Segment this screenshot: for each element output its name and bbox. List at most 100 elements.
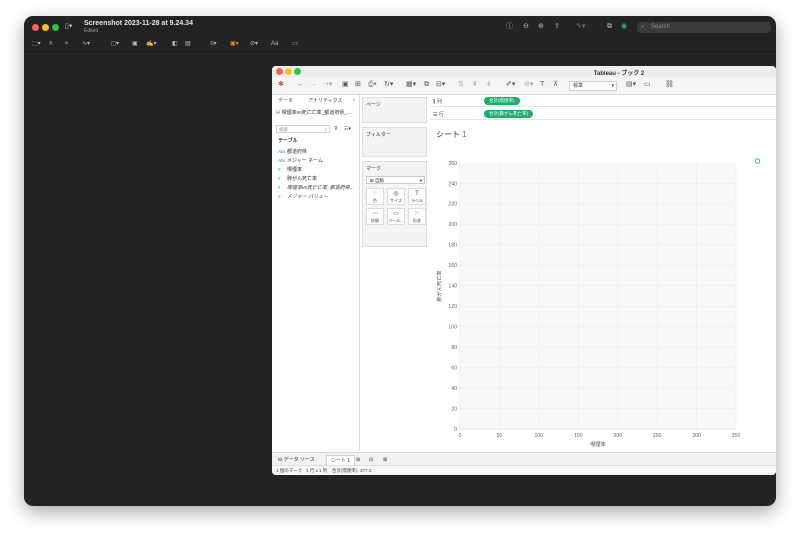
markup-pen-icon[interactable]: ✎▾ — [576, 23, 585, 31]
field-item[interactable]: Abc都道府県 — [278, 148, 307, 155]
measure-icon: # — [278, 167, 281, 172]
tableau-titlebar: Tableau - ブック 2 — [272, 66, 776, 77]
pause-updates-icon[interactable]: ⎙▾ — [368, 81, 377, 89]
clear-sheet-icon[interactable]: ⊟▾ — [436, 81, 445, 89]
forward-icon[interactable]: → — [310, 81, 317, 89]
rect-select-icon[interactable]: ⬚▾ — [32, 41, 41, 48]
columns-label: ⫼ 列 — [433, 98, 442, 105]
mark-button[interactable]: ⋯ 詳細 — [366, 208, 384, 225]
fill-color-icon[interactable]: ⊘▾ — [250, 41, 258, 48]
y-tick-label: 60 — [451, 365, 457, 371]
filters-card[interactable]: フィルター — [362, 127, 427, 157]
mark-button-label: 形状 — [413, 218, 421, 223]
sketch-icon[interactable]: ∿▾ — [82, 41, 90, 48]
zoom-in-icon[interactable]: ⊕ — [538, 23, 544, 31]
field-item[interactable]: Abcメジャー ネーム — [278, 157, 323, 164]
columns-pill[interactable]: 合計(喫煙率) — [484, 97, 520, 105]
lasso-icon[interactable]: ⌾ — [49, 41, 53, 48]
collapse-pane-icon[interactable]: ‹ — [353, 97, 355, 103]
mark-button-icon: ⁘ — [372, 191, 378, 197]
new-worksheet-icon[interactable]: ▦▾ — [406, 81, 416, 89]
mark-button[interactable]: ◎ サイズ — [387, 188, 405, 205]
chevron-down-icon: ▾ — [419, 178, 422, 183]
labels-icon[interactable]: T — [540, 81, 544, 89]
zoom-window-button[interactable] — [52, 24, 59, 31]
card-toggle-icon[interactable]: ▤▾ — [626, 81, 636, 89]
y-tick-label: 100 — [448, 324, 457, 330]
mark-button[interactable]: ⁘ 色 — [366, 188, 384, 205]
new-dashboard-icon[interactable]: ⊟ — [365, 455, 377, 465]
window-icon[interactable]: ⧉ — [607, 23, 612, 31]
field-search-input[interactable]: 検索 ⌕ — [276, 125, 330, 133]
filter-fields-icon[interactable]: ⊽ — [334, 126, 338, 132]
y-tick-label: 140 — [448, 284, 457, 290]
status-rows: 1 行 x 1 列 — [306, 468, 328, 473]
share-workbook-icon[interactable]: ⛓ — [665, 81, 674, 89]
fix-axes-icon[interactable]: ⊼ — [553, 81, 558, 89]
rows-pill[interactable]: 合計(肺がん死亡率) — [484, 110, 533, 118]
info-icon[interactable]: ⓘ — [506, 23, 513, 31]
font-button[interactable]: Aa — [271, 41, 278, 48]
y-tick-label: 180 — [448, 243, 457, 249]
adjust-color-icon[interactable]: ◧ — [172, 41, 178, 48]
mark-button[interactable]: T ラベル — [408, 188, 426, 205]
back-icon[interactable]: ← — [297, 81, 304, 89]
mark-button[interactable]: ▭ ツール... — [387, 208, 405, 225]
new-datasource-icon[interactable]: ⊞ — [355, 81, 361, 89]
field-item[interactable]: # 喫煙率vs死亡亡率_都道府県... — [278, 184, 354, 191]
zoom-out-icon[interactable]: ⊖ — [523, 23, 529, 31]
mark-button[interactable]: ⁙ 形状 — [408, 208, 426, 225]
highlight-icon[interactable]: ✐▾ — [506, 81, 515, 89]
sign-icon[interactable]: ✍▾ — [146, 41, 156, 48]
markup-icon[interactable]: ◉ — [621, 23, 627, 31]
scatter-chart[interactable]: 0 20 40 60 80 100 120 140 160 180 200 220 240 260 0 50 1… — [430, 123, 776, 451]
sort-asc-icon[interactable]: ⇞ — [472, 81, 478, 89]
search-icon: ⌕ — [641, 24, 645, 30]
fit-select-value: 標準 — [573, 83, 584, 89]
field-item[interactable]: # 肺がん死亡率 — [278, 175, 317, 182]
text-box-icon[interactable]: ▣ — [132, 41, 138, 48]
share-icon[interactable]: ⇪ — [554, 23, 560, 31]
fit-select[interactable]: 標準 ▾ — [569, 81, 617, 91]
sidebar-toggle-icon[interactable]: ▯▾ — [65, 23, 72, 31]
minimize-window-button[interactable] — [42, 24, 49, 31]
close-window-button[interactable] — [32, 24, 39, 31]
search-placeholder: Search — [651, 24, 671, 30]
data-source-item[interactable]: ⛁ 喫煙率vs死亡亡率_都道府県_... — [276, 109, 351, 116]
preview-titlebar: ▯▾ Screenshot 2023-11-28 at 9.24.34 Edit… — [24, 16, 776, 38]
tab-data[interactable]: データ — [278, 97, 293, 104]
image-size-icon[interactable]: ▤ — [185, 41, 191, 48]
field-item[interactable]: # 喫煙率 — [278, 166, 302, 173]
tab-sheet-1[interactable]: シート 1 — [326, 455, 356, 465]
pages-card[interactable]: ページ — [362, 97, 427, 123]
sheet-title-text: シート — [436, 130, 460, 139]
search-field[interactable]: ⌕ Search — [637, 22, 771, 33]
chevron-down-icon: ▾ — [611, 83, 614, 89]
rows-shelf[interactable]: ☰ 行 合計(肺がん死亡率) — [430, 108, 776, 120]
data-point[interactable] — [754, 158, 761, 164]
swap-icon[interactable]: ⇅ — [458, 81, 464, 89]
duplicate-icon[interactable]: ⧉ — [424, 81, 429, 89]
tab-analytics[interactable]: アナリティクス — [308, 97, 342, 104]
redo-dropdown-icon[interactable]: ⇢▾ — [323, 81, 332, 89]
new-sheet-icon[interactable]: ⊞ — [352, 455, 364, 465]
annotate-icon[interactable]: ▭ — [292, 41, 298, 48]
tableau-toolbar: ✱ ← → ⇢▾ ▣ ⊞ ⎙▾ ↻▾ ▦▾ ⧉ ⊟▾ ⇅ ⇞ ⇟ ✐▾ ⊘▾ T… — [272, 77, 776, 95]
sort-desc-icon[interactable]: ⇟ — [486, 81, 492, 89]
instant-alpha-icon[interactable]: ✧ — [64, 41, 69, 48]
mark-button-label: サイズ — [390, 198, 402, 203]
border-color-icon[interactable]: ▣▾ — [230, 41, 239, 48]
tableau-logo-icon[interactable]: ✱ — [278, 81, 284, 89]
refresh-icon[interactable]: ↻▾ — [384, 81, 393, 89]
group-icon[interactable]: ⊘▾ — [524, 81, 533, 89]
save-icon[interactable]: ▣ — [342, 81, 349, 89]
tab-data-source[interactable]: ⛁ データ ソース — [274, 455, 319, 465]
field-item[interactable]: # メジャー バリュー — [278, 193, 328, 200]
shapes-icon[interactable]: ◻▾ — [111, 41, 119, 48]
columns-shelf[interactable]: ⫼ 列 合計(喫煙率) — [430, 95, 776, 107]
presentation-icon[interactable]: ▭ — [644, 81, 651, 89]
view-options-icon[interactable]: ☷▾ — [344, 126, 351, 132]
line-style-icon[interactable]: ≡▾ — [210, 41, 217, 48]
mark-type-select[interactable]: ⊞ 自動 ▾ — [366, 176, 425, 184]
new-story-icon[interactable]: ⊠ — [379, 455, 391, 465]
